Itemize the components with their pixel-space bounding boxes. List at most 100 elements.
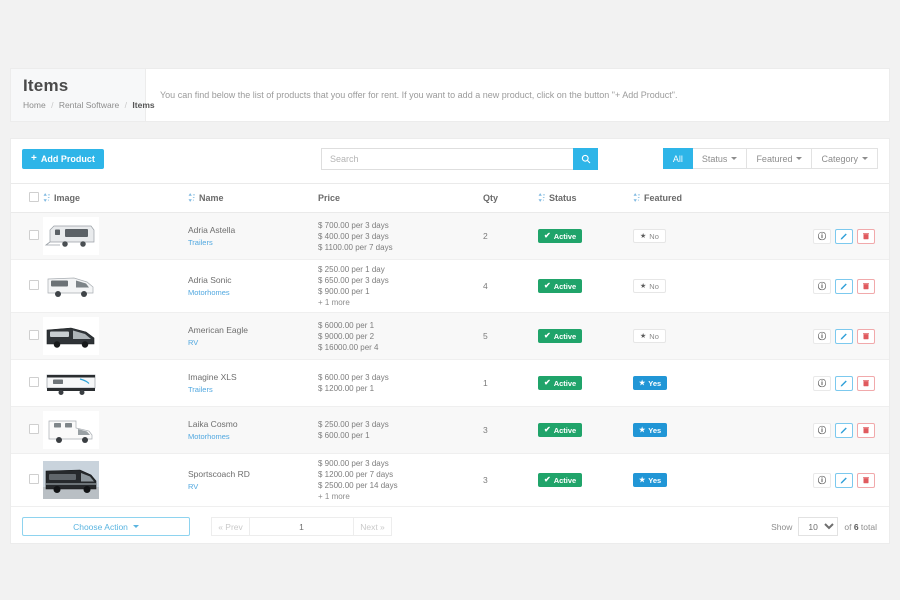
- status-badge: ✔ Active: [538, 279, 583, 293]
- row-action-group: ⓘ: [753, 278, 889, 294]
- breadcrumb-item-rental-software[interactable]: Rental Software: [59, 100, 119, 110]
- row-status-cell: ✔ Active: [538, 406, 633, 454]
- page-header-card: Items Home / Rental Software / Items You…: [10, 68, 890, 122]
- info-button[interactable]: ⓘ: [813, 328, 831, 344]
- delete-button[interactable]: [857, 472, 875, 488]
- info-button[interactable]: ⓘ: [813, 375, 831, 391]
- filter-status-button[interactable]: Status: [692, 148, 748, 169]
- breadcrumb: Home / Rental Software / Items: [23, 100, 155, 110]
- star-icon: ★: [639, 476, 646, 484]
- delete-button[interactable]: [857, 278, 875, 294]
- table-row[interactable]: Sportscoach RD RV $ 900.00 per 3 days $ 1…: [11, 453, 889, 507]
- featured-label: No: [649, 231, 659, 241]
- table-row[interactable]: Adria Astella Trailers $ 700.00 per 3 da…: [11, 212, 889, 260]
- delete-button[interactable]: [857, 228, 875, 244]
- item-qty: 2: [483, 231, 488, 241]
- row-actions-cell: ⓘ: [753, 453, 889, 507]
- total-suffix: total: [860, 521, 877, 532]
- status-badge: ✔ Active: [538, 229, 583, 243]
- edit-button[interactable]: [835, 228, 853, 244]
- select-all-checkbox[interactable]: [29, 192, 39, 202]
- table-row[interactable]: Adria Sonic Motorhomes $ 250.00 per 1 da…: [11, 259, 889, 313]
- edit-button[interactable]: [835, 472, 853, 488]
- item-qty: 5: [483, 331, 488, 341]
- search-input[interactable]: [321, 148, 573, 170]
- edit-button[interactable]: [835, 422, 853, 438]
- row-checkbox[interactable]: [29, 377, 39, 387]
- item-name[interactable]: Sportscoach RD: [188, 469, 318, 479]
- row-qty-cell: 5: [483, 312, 538, 360]
- edit-button[interactable]: [835, 278, 853, 294]
- breadcrumb-separator: /: [124, 100, 128, 110]
- item-category-link[interactable]: RV: [188, 338, 318, 347]
- item-category-link[interactable]: Motorhomes: [188, 288, 318, 297]
- price-line: $ 9000.00 per 2: [318, 331, 375, 341]
- sort-icon: [633, 193, 640, 202]
- row-checkbox[interactable]: [29, 230, 39, 240]
- row-actions-cell: ⓘ: [753, 359, 889, 407]
- item-category-link[interactable]: Trailers: [188, 238, 318, 247]
- column-header-status[interactable]: Status: [538, 183, 633, 213]
- next-page-button[interactable]: Next »: [354, 517, 392, 536]
- row-checkbox[interactable]: [29, 474, 39, 484]
- row-select-cell: [11, 212, 43, 260]
- table-row[interactable]: Laika Cosmo Motorhomes $ 250.00 per 3 da…: [11, 406, 889, 454]
- filter-all-button[interactable]: All: [662, 148, 693, 169]
- current-page-indicator[interactable]: 1: [249, 517, 354, 536]
- item-name[interactable]: Adria Sonic: [188, 275, 318, 285]
- choose-action-button[interactable]: Choose Action: [22, 517, 190, 536]
- edit-button[interactable]: [835, 328, 853, 344]
- row-status-cell: ✔ Active: [538, 259, 633, 313]
- price-more-link[interactable]: + 1 more: [318, 491, 483, 502]
- edit-button[interactable]: [835, 375, 853, 391]
- status-label: Active: [553, 281, 577, 291]
- column-header-featured[interactable]: Featured: [633, 183, 753, 213]
- items-footer: Choose Action « Prev 1 Next » Show 10255…: [11, 507, 889, 547]
- item-category-link[interactable]: Trailers: [188, 385, 318, 394]
- column-header-image[interactable]: Image: [43, 183, 188, 213]
- info-button[interactable]: ⓘ: [813, 472, 831, 488]
- row-checkbox[interactable]: [29, 330, 39, 340]
- search-button[interactable]: [573, 148, 598, 170]
- delete-button[interactable]: [857, 422, 875, 438]
- table-row[interactable]: Imagine XLS Trailers $ 600.00 per 3 days…: [11, 359, 889, 407]
- row-checkbox[interactable]: [29, 280, 39, 290]
- price-more-link[interactable]: + 1 more: [318, 297, 483, 308]
- add-product-button[interactable]: + Add Product: [22, 149, 104, 169]
- row-featured-cell: ★ No: [633, 259, 753, 313]
- filter-category-button[interactable]: Category: [812, 148, 878, 169]
- item-category-link[interactable]: Motorhomes: [188, 432, 318, 441]
- table-row[interactable]: American Eagle RV $ 6000.00 per 1 $ 9000.…: [11, 312, 889, 360]
- prev-page-button[interactable]: « Prev: [211, 517, 249, 536]
- item-name[interactable]: Adria Astella: [188, 225, 318, 235]
- item-name[interactable]: Laika Cosmo: [188, 419, 318, 429]
- price-line: $ 250.00 per 3 days: [318, 420, 389, 429]
- row-status-cell: ✔ Active: [538, 359, 633, 407]
- info-button[interactable]: ⓘ: [813, 228, 831, 244]
- row-checkbox[interactable]: [29, 424, 39, 434]
- pagination: « Prev 1 Next »: [211, 517, 392, 536]
- info-button[interactable]: ⓘ: [813, 278, 831, 294]
- search-icon: [581, 154, 590, 164]
- row-image-cell: [43, 359, 188, 407]
- check-icon: ✔: [544, 475, 551, 484]
- info-icon: ⓘ: [818, 331, 826, 341]
- item-name[interactable]: Imagine XLS: [188, 372, 318, 382]
- row-status-cell: ✔ Active: [538, 312, 633, 360]
- price-line: $ 900.00 per 1: [318, 287, 370, 296]
- item-category-link[interactable]: RV: [188, 482, 318, 491]
- item-name[interactable]: American Eagle: [188, 325, 318, 335]
- breadcrumb-item-home[interactable]: Home: [23, 100, 46, 110]
- table-header-row: Image Name Price Qty Status Featured: [11, 183, 889, 213]
- rows-per-page-group: Show 102550100 of 6 total: [771, 517, 877, 536]
- white-motorhome-thumb: [43, 267, 99, 305]
- show-label: Show: [771, 521, 793, 532]
- info-button[interactable]: ⓘ: [813, 422, 831, 438]
- column-header-name[interactable]: Name: [188, 183, 318, 213]
- row-featured-cell: ★ Yes: [633, 406, 753, 454]
- delete-button[interactable]: [857, 328, 875, 344]
- white-trailer-thumb: [43, 364, 99, 402]
- rows-per-page-select[interactable]: 102550100: [798, 517, 839, 536]
- delete-button[interactable]: [857, 375, 875, 391]
- filter-featured-button[interactable]: Featured: [747, 148, 813, 169]
